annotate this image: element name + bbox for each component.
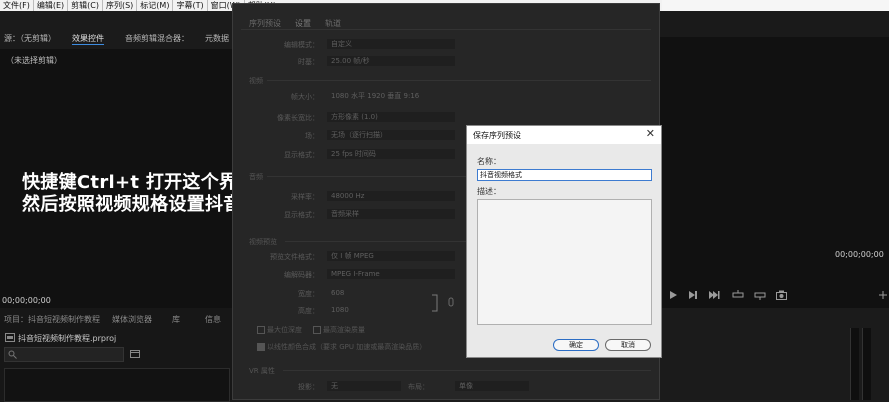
timebase-select[interactable]: 25.00 帧/秒 [327, 56, 455, 66]
preset-name-input[interactable] [477, 169, 652, 181]
menu-clip[interactable]: 剪辑(C) [67, 0, 102, 11]
tab-source[interactable]: 源：（无剪辑） [4, 33, 56, 44]
audio-meter-right [862, 328, 871, 400]
new-bin-icon[interactable] [130, 349, 140, 358]
tab-libraries[interactable]: 库 [172, 314, 180, 325]
video-display-format-label: 显示格式： [284, 151, 319, 159]
menu-title[interactable]: 字幕(T) [172, 0, 206, 11]
tab-divider [241, 29, 651, 30]
projection-label: 投影： [298, 383, 319, 391]
video-display-format-select[interactable]: 25 fps 时间码 [327, 149, 455, 159]
tab-metadata[interactable]: 元数据 [205, 33, 229, 44]
sample-rate-label: 采样率： [291, 193, 319, 201]
description-textarea[interactable] [477, 199, 652, 325]
link-icon[interactable] [448, 297, 454, 307]
search-icon [8, 350, 17, 359]
vr-section-line [283, 370, 651, 371]
tab-effect-controls[interactable]: 效果控件 [72, 33, 104, 45]
source-tabs: 源：（无剪辑） 效果控件 音频剪辑混合器： 元数据 [0, 11, 232, 49]
extract-icon[interactable] [754, 290, 766, 300]
preview-file-format-select[interactable]: 仅 I 帧 MPEG [327, 251, 455, 261]
audio-meter-left [850, 328, 859, 400]
height-label: 高度： [298, 307, 319, 315]
width-label: 宽度： [298, 290, 319, 298]
video-section-line [267, 80, 651, 81]
codec-select[interactable]: MPEG I-Frame [327, 269, 455, 279]
tab-info[interactable]: 信息 [205, 314, 221, 325]
description-label: 描述： [477, 187, 501, 196]
audio-display-format-label: 显示格式： [284, 211, 319, 219]
vr-section-header: VR 属性 [249, 367, 275, 375]
max-bit-depth-label: 最大位深度 [267, 326, 302, 334]
ok-button[interactable]: 确定 [553, 339, 599, 351]
add-button-icon[interactable] [878, 290, 888, 300]
preview-file-format-label: 预览文件格式： [270, 253, 319, 261]
linear-color-label: 以线性颜色合成（要求 GPU 加速或最高渲染品质） [267, 343, 427, 351]
title-strip [662, 0, 889, 11]
layout-label: 布局： [408, 383, 429, 391]
projection-select[interactable]: 无 [327, 381, 401, 391]
pixel-aspect-label: 像素长宽比： [277, 114, 319, 122]
project-panel: 项目：抖音短视频制作教程 媒体浏览器 库 信息 抖音短视频制作教程.prproj [0, 308, 232, 402]
linear-color-checkbox[interactable] [257, 343, 265, 351]
codec-label: 编解码器： [284, 271, 319, 279]
tab-project[interactable]: 项目：抖音短视频制作教程 [4, 314, 100, 325]
layout-select[interactable]: 单像 [455, 381, 529, 391]
save-preset-title: 保存序列预设 [473, 131, 521, 140]
max-render-quality-label: 最高渲染质量 [323, 326, 365, 334]
play-icon[interactable] [668, 290, 678, 300]
close-icon[interactable]: ✕ [646, 127, 655, 140]
menu-marker[interactable]: 标记(M) [136, 0, 172, 11]
save-preset-titlebar: 保存序列预设 ✕ [467, 126, 661, 144]
export-frame-icon[interactable] [776, 290, 787, 300]
cancel-button[interactable]: 取消 [605, 339, 651, 351]
video-section-header: 视频 [249, 77, 263, 85]
save-preset-dialog: 保存序列预设 ✕ 名称： 描述： 确定 取消 [466, 125, 662, 358]
tab-audio-clip-mixer[interactable]: 音频剪辑混合器： [125, 33, 189, 44]
link-bracket-icon [432, 294, 438, 312]
max-render-quality-checkbox[interactable] [313, 326, 321, 334]
program-monitor-header [660, 11, 889, 37]
menu-edit[interactable]: 编辑(E) [32, 0, 67, 11]
video-preview-section-header: 视频预览 [249, 238, 277, 246]
frame-size-label: 帧大小： [291, 93, 319, 101]
menu-file[interactable]: 文件(F) [0, 0, 33, 11]
editing-mode-select[interactable]: 自定义 [327, 39, 455, 49]
name-label: 名称： [477, 157, 501, 166]
timebase-label: 时基： [298, 58, 319, 66]
project-bin-area[interactable] [4, 368, 230, 402]
audio-section-header: 音频 [249, 173, 263, 181]
tab-sequence-presets[interactable]: 序列预设 [249, 18, 281, 29]
project-file-icon [5, 333, 15, 342]
sample-rate-select[interactable]: 48000 Hz [327, 191, 455, 201]
program-monitor-panel [660, 11, 889, 308]
max-bit-depth-checkbox[interactable] [257, 326, 265, 334]
project-search-input[interactable] [4, 347, 124, 362]
lift-icon[interactable] [732, 290, 744, 300]
height-value[interactable]: 1080 [327, 305, 387, 315]
tab-media-browser[interactable]: 媒体浏览器 [112, 314, 152, 325]
pixel-aspect-select[interactable]: 方形像素 (1.0) [327, 112, 455, 122]
program-timecode: 00;00;00;00 [835, 250, 884, 259]
go-to-out-icon[interactable] [708, 290, 720, 300]
tab-tracks[interactable]: 轨道 [325, 18, 341, 29]
audio-display-format-select[interactable]: 音频采样 [327, 209, 455, 219]
source-timecode: 00;00;00;00 [2, 296, 51, 305]
fields-select[interactable]: 无场（逐行扫描） [327, 130, 455, 140]
project-file-name: 抖音短视频制作教程.prproj [18, 334, 117, 343]
step-forward-icon[interactable] [688, 290, 698, 300]
frame-size-fields[interactable]: 1080 水平 1920 垂直 9:16 [327, 91, 455, 101]
no-clip-selected-label: （未选择剪辑） [6, 56, 62, 65]
source-monitor-panel: 源：（无剪辑） 效果控件 音频剪辑混合器： 元数据 （未选择剪辑） 00;00;… [0, 11, 232, 308]
fields-label: 场： [305, 132, 319, 140]
editing-mode-label: 编辑模式： [284, 41, 319, 49]
menu-sequence[interactable]: 序列(S) [101, 0, 136, 11]
width-value[interactable]: 608 [327, 288, 387, 298]
